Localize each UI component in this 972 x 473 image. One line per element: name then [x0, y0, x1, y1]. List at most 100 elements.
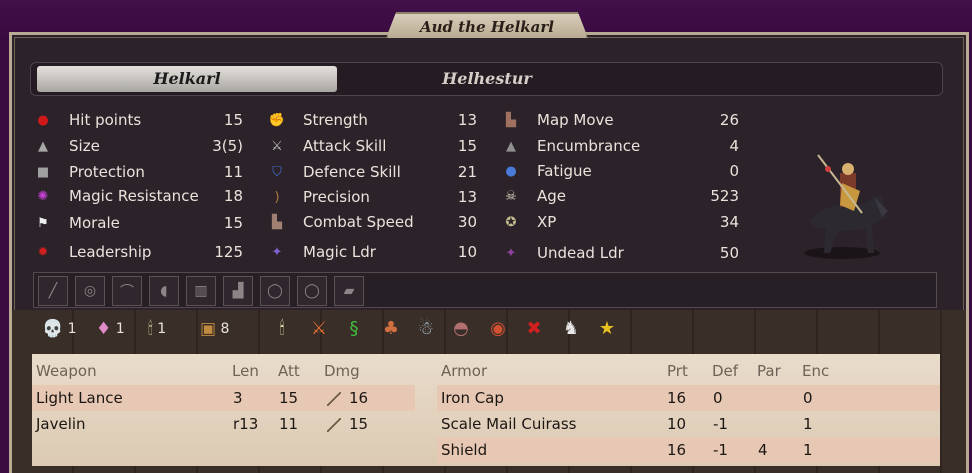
unit-name-title: Aud the Helkarl	[386, 12, 588, 38]
ring-slot-icon[interactable]: ◯	[297, 276, 327, 306]
damage-icon	[327, 391, 341, 406]
stat-label: Size	[69, 137, 100, 155]
unit-portrait	[804, 154, 888, 259]
flaming-sword-icon[interactable]: ⚔	[305, 314, 333, 342]
gold-star-icon[interactable]: ★	[593, 314, 621, 342]
stat-value: 30	[457, 213, 477, 231]
xp-star-icon: ✪	[505, 215, 517, 230]
stat-hit-points: ● Hit points 15	[35, 110, 245, 130]
stat-precision: ) Precision 13	[269, 187, 479, 207]
armor-icon: ■	[36, 165, 50, 180]
stat-magic-resistance: ✺ Magic Resistance 18	[35, 186, 245, 206]
fire-figure-icon[interactable]: ♣	[377, 314, 405, 342]
att-header: Att	[278, 362, 300, 380]
table-row[interactable]: Shield 16 -1 4 1	[437, 437, 940, 463]
red-cross-icon[interactable]: ✖	[520, 314, 548, 342]
stat-protection: ■ Protection 11	[35, 162, 245, 182]
equipment-panel: Weapon Len Att Dmg Armor Prt Def Par Enc…	[32, 354, 940, 466]
armor-def: 0	[713, 389, 723, 407]
weapon-dmg-value: 16	[349, 389, 369, 407]
weapon-dmg: 16	[327, 385, 368, 411]
bow-slot-icon[interactable]: ⌒	[112, 276, 142, 306]
stat-value: 15	[223, 214, 243, 232]
shield-slot-icon[interactable]: ◎	[75, 276, 105, 306]
stat-xp: ✪ XP 34	[503, 212, 743, 232]
tab-helkarl[interactable]: Helkarl	[37, 66, 337, 92]
armor-slot-icon[interactable]: ▥	[186, 276, 216, 306]
sword-icon: ⚔	[271, 139, 283, 154]
strength-arm-icon: ✊	[268, 113, 286, 128]
stat-magic-leadership: ✦ Magic Ldr 10	[269, 242, 479, 262]
stat-value: 3(5)	[212, 137, 243, 155]
stat-combat-speed: ▙ Combat Speed 30	[269, 212, 479, 232]
twin-spirits-icon[interactable]: ☃	[412, 314, 440, 342]
green-serpent-icon[interactable]: §	[340, 314, 368, 342]
treasure-icon: ▣	[200, 319, 217, 339]
stat-value: 11	[223, 163, 243, 181]
table-row[interactable]: Light Lance 3 15 16	[32, 385, 415, 411]
white-horse-icon[interactable]: ♞	[557, 314, 585, 342]
weight-icon: ▲	[506, 139, 516, 154]
misc-slot-icon[interactable]: ▰	[334, 276, 364, 306]
weapon-slot-icon[interactable]: ╱	[38, 276, 68, 306]
stat-label: Undead Ldr	[537, 244, 624, 262]
stat-value: 10	[457, 243, 477, 261]
treasure-count: ▣ 8	[200, 315, 229, 343]
enc-header: Enc	[802, 362, 830, 380]
weapon-dmg: 15	[327, 411, 368, 437]
blood-drop-icon: ●	[37, 113, 49, 128]
table-row[interactable]: Javelin r13 11 15	[32, 411, 415, 437]
stat-map-move: ▙ Map Move 26	[503, 110, 743, 130]
armor-par: 4	[758, 441, 768, 459]
white-flag-icon: ⚑	[37, 216, 49, 231]
tab-helhestur[interactable]: Helhestur	[337, 66, 637, 92]
weapon-len: r13	[233, 415, 259, 433]
stat-label: Strength	[303, 111, 368, 129]
stat-label: Protection	[69, 163, 145, 181]
stat-undead-leadership: ✦ Undead Ldr 50	[503, 243, 743, 263]
prt-header: Prt	[667, 362, 688, 380]
stat-encumbrance: ▲ Encumbrance 4	[503, 136, 743, 156]
resource-count: 1	[115, 321, 125, 337]
stat-morale: ⚑ Morale 15	[35, 213, 245, 233]
def-header: Def	[712, 362, 739, 380]
table-row[interactable]: Scale Mail Cuirass 10 -1 1	[437, 411, 940, 437]
armor-enc: 1	[803, 415, 813, 433]
boots-slot-icon[interactable]: ▟	[223, 276, 253, 306]
size-icon: ▲	[38, 139, 48, 154]
stat-value: 13	[457, 188, 477, 206]
death-gem-count: 💀 1	[42, 315, 77, 343]
eye-icon[interactable]: ◉	[484, 314, 512, 342]
len-header: Len	[232, 362, 259, 380]
map-boots-icon: ▙	[506, 113, 516, 128]
stat-label: Magic Resistance	[69, 187, 199, 205]
stat-leadership: ✹ Leadership 125	[35, 242, 245, 262]
stat-label: Map Move	[537, 111, 614, 129]
beast-icon[interactable]: ◓	[447, 314, 475, 342]
armor-header: Armor	[441, 362, 488, 380]
stat-defence-skill: ⛉ Defence Skill 21	[269, 162, 479, 182]
magic-leader-icon: ✦	[271, 245, 283, 260]
equipment-slot-bar: ╱ ◎ ⌒ ◖ ▥ ▟ ◯ ◯ ▰	[33, 272, 937, 308]
resource-count: 1	[157, 321, 167, 337]
weapon-name: Light Lance	[36, 389, 123, 407]
armor-name: Iron Cap	[441, 389, 504, 407]
helmet-slot-icon[interactable]: ◖	[149, 276, 179, 306]
stat-value: 34	[719, 213, 739, 231]
ring-slot-icon[interactable]: ◯	[260, 276, 290, 306]
candelabra-icon[interactable]: 🕯	[268, 314, 296, 342]
table-row[interactable]: Iron Cap 16 0 0	[437, 385, 940, 411]
stat-strength: ✊ Strength 13	[269, 110, 479, 130]
stat-value: 15	[223, 111, 243, 129]
stat-label: Encumbrance	[537, 137, 641, 155]
candelabra-icon: 🕯	[148, 319, 153, 339]
sweat-drop-icon: ●	[505, 164, 517, 179]
stat-label: XP	[537, 213, 557, 231]
armor-prt: 10	[667, 415, 687, 433]
stat-value: 125	[214, 243, 243, 261]
armor-name: Scale Mail Cuirass	[441, 415, 577, 433]
stat-age: ☠ Age 523	[503, 186, 743, 206]
weapon-att: 11	[279, 415, 299, 433]
magic-swirl-icon: ✺	[37, 189, 49, 204]
stat-value: 13	[457, 111, 477, 129]
